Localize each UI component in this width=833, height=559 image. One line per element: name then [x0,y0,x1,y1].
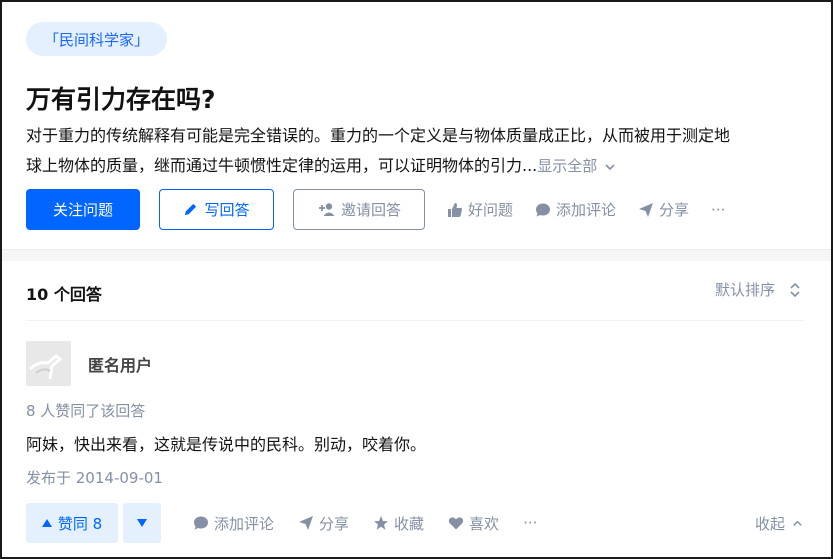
more-button[interactable]: ··· [711,201,725,219]
triangle-up-icon [41,519,52,527]
heart-icon [448,517,464,530]
answer-count: 10 个回答 [26,285,102,304]
question-title: 万有引力存在吗? [26,85,216,114]
question-detail-line-2: 球上物体的质量，继而通过牛顿惯性定律的运用，可以证明物体的引力...显示全部 [26,151,811,181]
topic-tag[interactable]: 「民间科学家」 [26,22,168,56]
send-icon [299,516,314,530]
comment-icon [194,516,208,530]
invite-answer-button[interactable]: 邀请回答 [293,189,425,230]
anonymous-avatar-icon [26,341,71,386]
upvote-button[interactable]: 赞同 8 [26,503,118,543]
question-detail: 对于重力的传统解释有可能是完全错误的。重力的一个定义是与物体质量成正比，从而被用… [26,121,811,181]
chevron-up-icon [793,520,802,526]
add-comment-label: 添加评论 [556,201,617,219]
author-name[interactable]: 匿名用户 [88,352,152,376]
upvote-label: 赞同 8 [57,514,103,533]
good-question-label: 好问题 [468,201,514,219]
show-all-button[interactable]: 显示全部 [537,157,617,175]
answer-add-comment-button[interactable]: 添加评论 [193,513,274,534]
avatar[interactable] [26,341,71,386]
question-actions: 关注问题 写回答 邀请回答 好问题 添加评论 分享 ··· [26,189,725,230]
list-divider [26,320,804,321]
invite-answer-label: 邀请回答 [340,201,401,219]
collapse-button[interactable]: 收起 [755,513,804,534]
answer-add-comment-label: 添加评论 [214,514,275,533]
answer-content: 阿妹，快出来看，这就是传说中的民科。别动，咬着你。 [26,435,427,454]
good-question-button[interactable]: 好问题 [447,199,513,220]
downvote-button[interactable] [123,503,161,543]
answer-actions: 赞同 8 添加评论 分享 收藏 喜欢 ··· 收起 [26,503,804,543]
pencil-icon [185,203,197,216]
vote-summary: 8 人赞同了该回答 [26,402,146,420]
answer-more-button[interactable]: ··· [523,514,537,532]
add-comment-button[interactable]: 添加评论 [535,199,616,220]
chevron-down-icon [605,163,615,170]
section-divider-band [2,249,831,261]
triangle-down-icon [137,519,147,527]
sort-dropdown[interactable]: 默认排序 [715,279,801,300]
answer-share-label: 分享 [319,514,350,533]
question-detail-line-1: 对于重力的传统解释有可能是完全错误的。重力的一个定义是与物体质量成正比，从而被用… [26,126,731,145]
follow-question-button[interactable]: 关注问题 [26,189,140,230]
comment-icon [536,203,551,216]
sort-label: 默认排序 [714,281,775,299]
write-answer-label: 写回答 [204,201,250,219]
favorite-label: 收藏 [394,514,425,533]
like-button[interactable]: 喜欢 [448,513,499,534]
like-label: 喜欢 [469,514,500,533]
send-icon [639,202,654,217]
write-answer-button[interactable]: 写回答 [159,189,274,230]
show-all-label: 显示全部 [537,157,598,175]
star-icon [374,516,389,530]
share-button[interactable]: 分享 [638,199,689,220]
share-label: 分享 [659,201,690,219]
favorite-button[interactable]: 收藏 [373,513,424,534]
question-detail-text: 球上物体的质量，继而通过牛顿惯性定律的运用，可以证明物体的引力... [26,156,538,175]
add-user-icon [318,203,335,216]
thumbs-up-icon [448,202,462,217]
answer-date[interactable]: 发布于 2014-09-01 [26,467,163,488]
collapse-label: 收起 [754,514,785,533]
answer-share-button[interactable]: 分享 [298,513,349,534]
sort-toggle-icon [790,282,800,297]
